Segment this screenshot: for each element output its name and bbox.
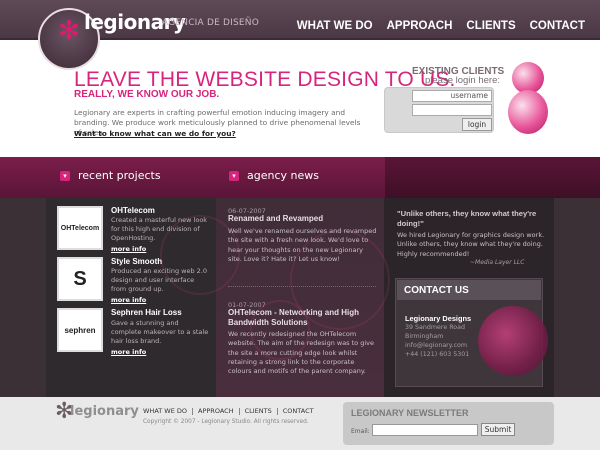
main-nav: WHAT WE DO APPROACH CLIENTS CONTACT [290,20,592,32]
footer-logo[interactable]: legionary [70,404,139,419]
footer-nav: WHAT WE DO APPROACH CLIENTS CONTACT [143,408,319,415]
news-text: We recently redesigned the OHTelecom web… [228,330,374,376]
contact-city: Birmingham [405,333,444,340]
project-more-link[interactable]: more info [111,296,146,304]
footer-nav-clients[interactable]: CLIENTS [240,408,278,415]
footer-nav-contact[interactable]: CONTACT [278,408,319,415]
project-text: Gave a stunning and complete makeover to… [111,319,209,345]
contact-address: 39 Sandmere Road [405,324,465,331]
project-more-link[interactable]: more info [111,245,146,253]
contact-company: Legionary Designs [405,314,472,323]
project-text: Created a masterful new look for this hi… [111,216,208,242]
news-divider [228,286,376,287]
hero-subtitle: REALLY, WE KNOW OUR JOB. [74,89,220,100]
login-subheading: please login here: [425,75,500,86]
figure-eight-graphic [508,62,548,138]
news-text: Well we've renamed ourselves and revampe… [228,227,377,263]
nav-clients[interactable]: CLIENTS [459,20,522,32]
contact-phone: +44 (121) 603 5301 [405,351,470,358]
login-button[interactable]: login [462,118,492,131]
footer-nav-what-we-do[interactable]: WHAT WE DO [143,408,194,415]
testimonial-text: We hired Legionary for graphics design w… [397,231,545,258]
news-arrow-icon: ▾ [229,171,239,181]
projects-heading: recent projects [78,169,161,182]
password-field[interactable] [412,104,492,116]
project-title: Sephren Hair Loss [111,308,182,317]
copyright: Copyright © 2007 - Legionary Studio. All… [143,419,309,425]
project-thumb-style-smooth[interactable]: S [57,257,103,301]
project-more-link[interactable]: more info [111,348,146,356]
section-band-right [385,157,600,198]
newsletter-email-field[interactable] [372,424,478,436]
nav-contact[interactable]: CONTACT [523,20,592,32]
project-title: Style Smooth [111,257,163,266]
news-heading: agency news [247,169,319,182]
project-title: OHTelecom [111,206,155,215]
email-label: Email: [351,428,370,435]
username-field[interactable]: username [412,90,492,102]
testimonial-quote: "Unlike others, they know what they're d… [397,209,537,228]
nav-what-we-do[interactable]: WHAT WE DO [290,20,380,32]
contact-email[interactable]: info@legionary.com [405,342,467,349]
footer-nav-approach[interactable]: APPROACH [193,408,240,415]
orb-bottom [508,90,548,134]
news-title: Renamed and Revamped [228,214,324,223]
project-thumb-ohtelecom[interactable]: OHTelecom [57,206,103,250]
project-thumb-sephren[interactable]: sephren [57,308,103,352]
contact-orb-graphic [478,306,548,376]
newsletter-title: LEGIONARY NEWSLETTER [351,408,469,418]
testimonial-source: ~Media Layer LLC [470,259,525,266]
contact-heading: CONTACT US [397,280,541,300]
services-link[interactable]: Want to know what can we do for you? [74,129,236,138]
flower-logo-icon: ✻ [58,16,80,46]
nav-approach[interactable]: APPROACH [380,20,460,32]
news-title: OHTelecom - Networking and High Bandwidt… [228,308,359,327]
newsletter-submit-button[interactable]: Submit [481,423,515,436]
logo-tagline: AGENCIA DE DISEÑO [162,18,260,28]
projects-arrow-icon: ▾ [60,171,70,181]
project-text: Produced an exciting web 2.0 design and … [111,267,207,293]
